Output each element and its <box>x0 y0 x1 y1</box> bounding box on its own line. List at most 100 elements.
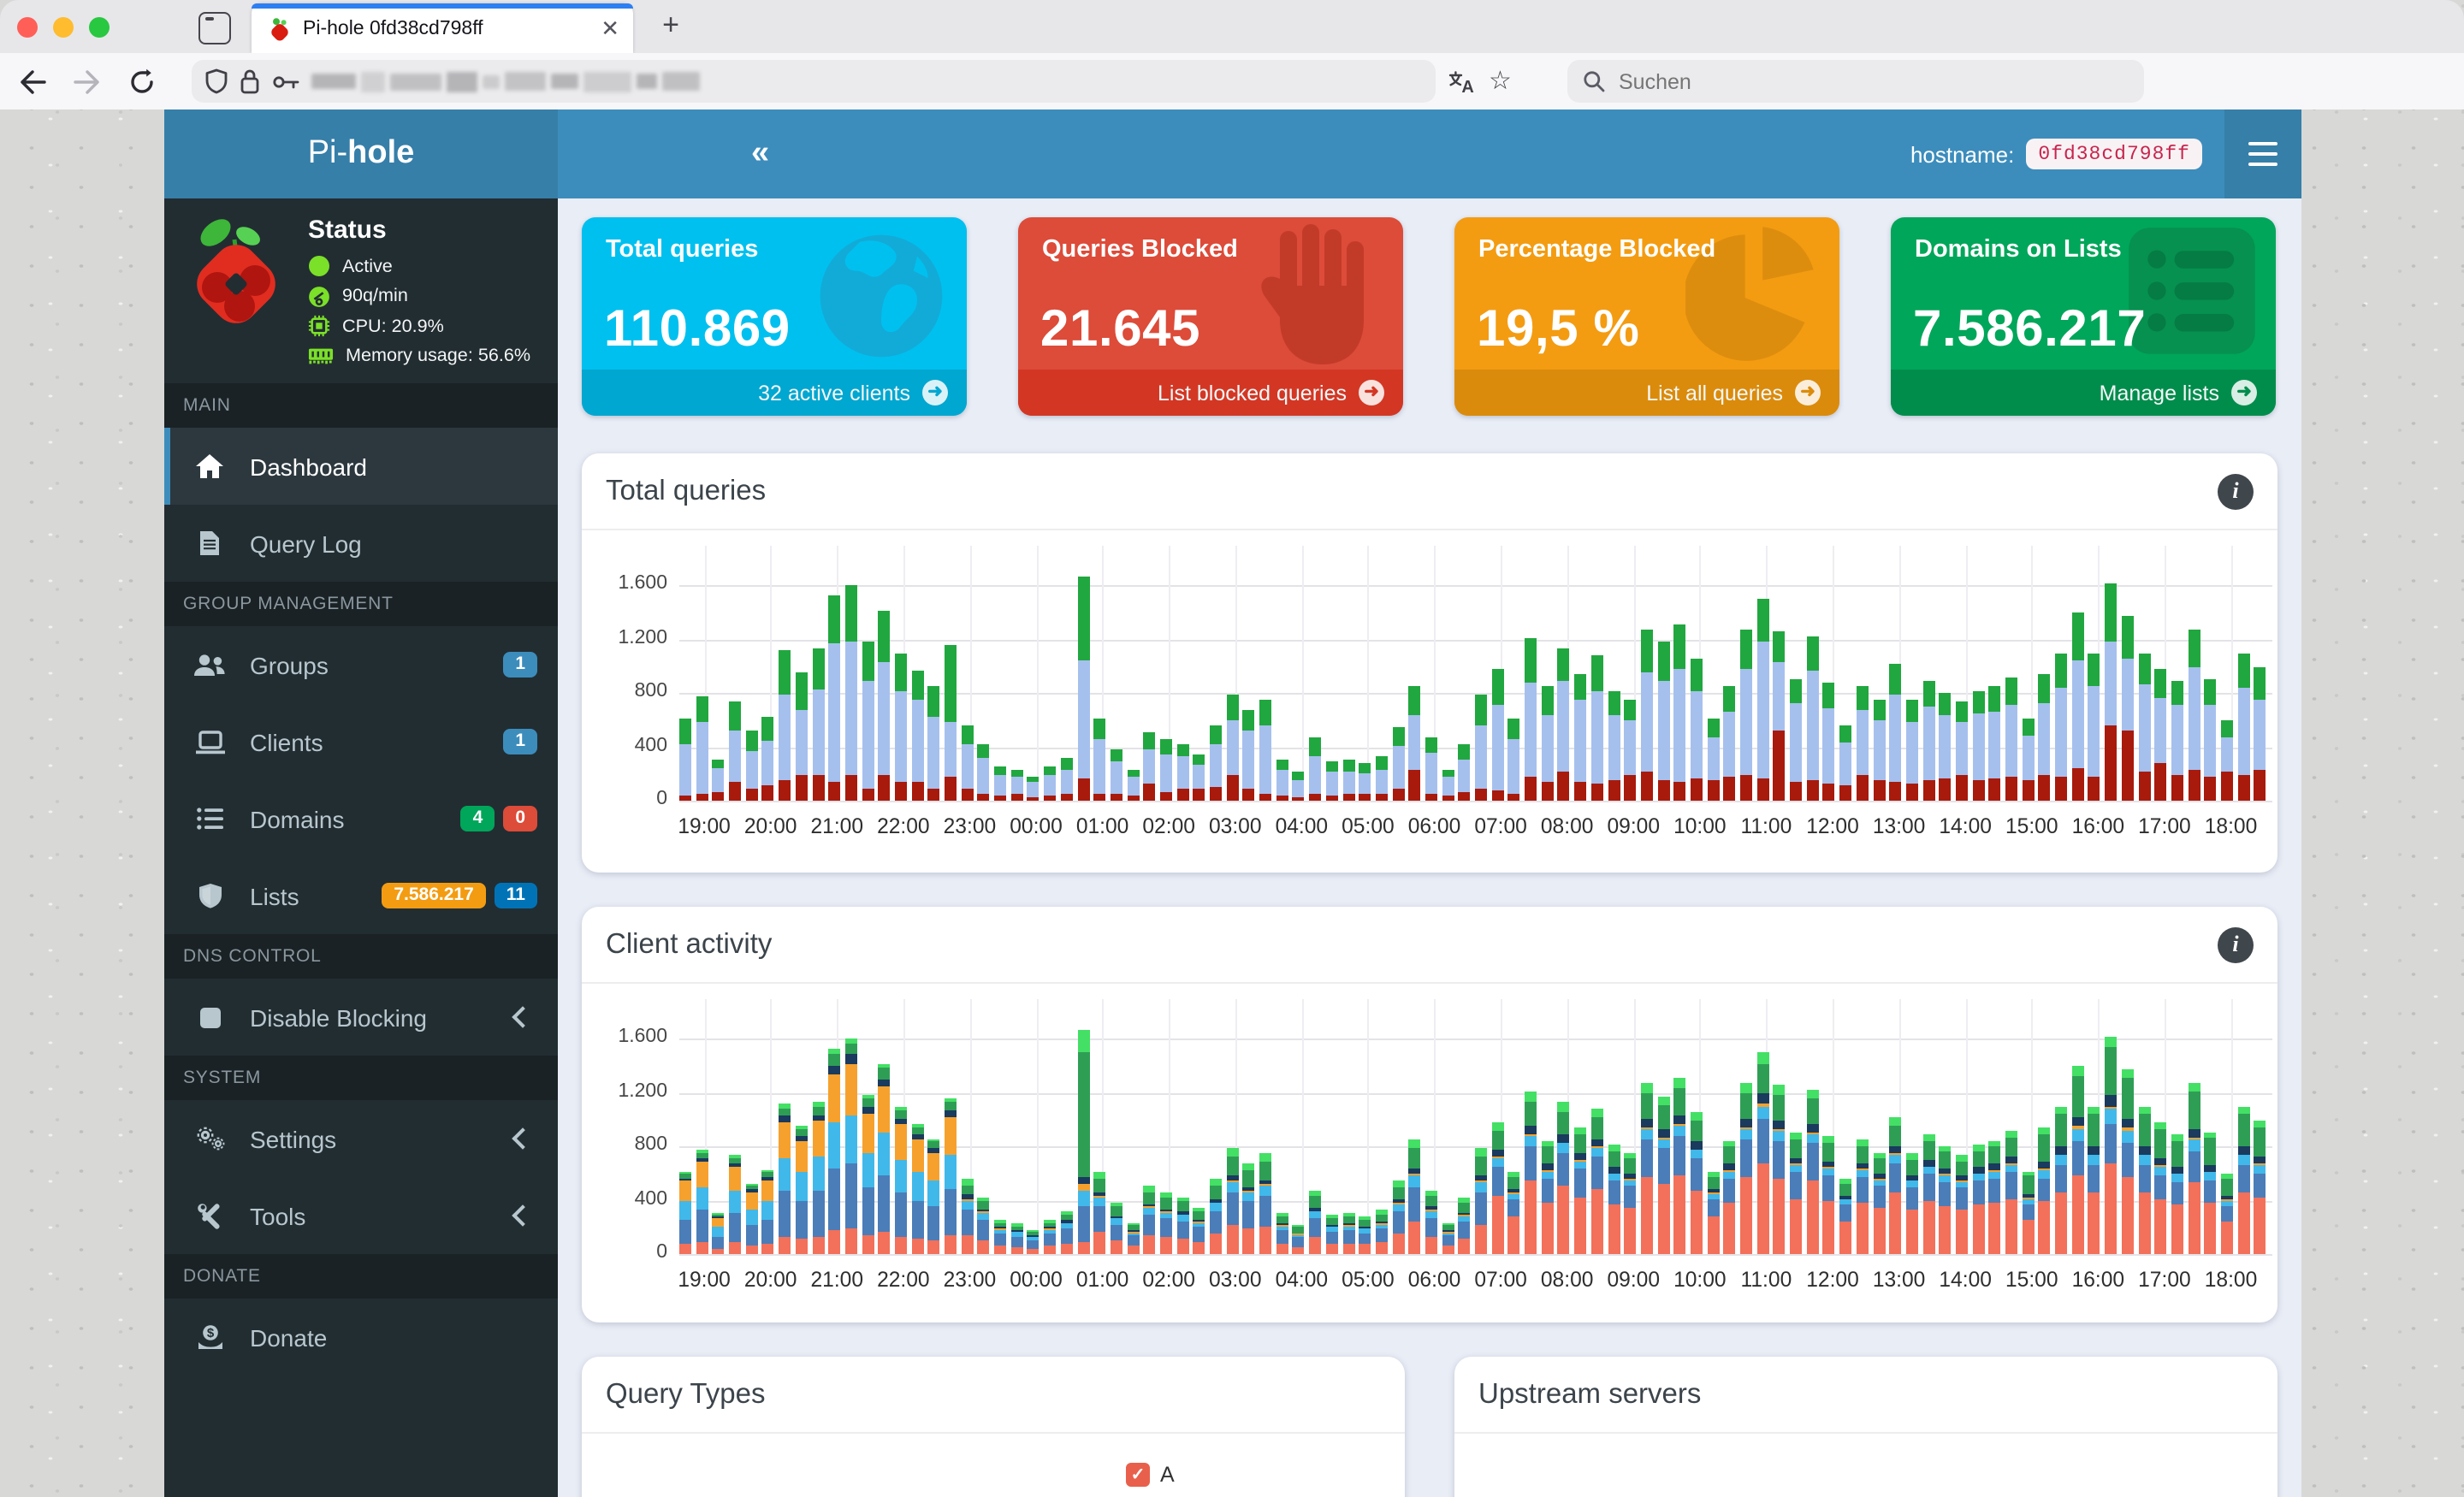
bar[interactable] <box>911 671 924 802</box>
bar[interactable] <box>2204 1132 2217 1255</box>
bar[interactable] <box>1193 754 1205 802</box>
bar[interactable] <box>1756 598 1769 802</box>
sidebar-item-lists[interactable]: Lists 7.586.217 11 <box>164 857 558 934</box>
url-bar[interactable] <box>192 60 1436 103</box>
bar[interactable] <box>1309 1191 1322 1255</box>
bar[interactable] <box>812 1102 824 1255</box>
bar[interactable] <box>729 701 742 802</box>
bar[interactable] <box>1491 1122 1504 1255</box>
bar[interactable] <box>2220 1174 2233 1255</box>
bar[interactable] <box>1673 1078 1686 1255</box>
bar[interactable] <box>1093 1171 1106 1255</box>
bar[interactable] <box>927 1139 940 1255</box>
sidebar-item-settings[interactable]: Settings <box>164 1100 558 1177</box>
bar[interactable] <box>1475 695 1487 802</box>
bar[interactable] <box>1491 669 1504 802</box>
bar[interactable] <box>1458 744 1471 802</box>
sidebar-item-dashboard[interactable]: Dashboard <box>164 428 558 505</box>
bar[interactable] <box>2055 653 2068 802</box>
translate-icon[interactable]: A <box>1448 69 1475 93</box>
bar[interactable] <box>2022 1171 2035 1255</box>
bar[interactable] <box>844 584 857 802</box>
bar[interactable] <box>1905 700 1918 802</box>
bar[interactable] <box>1292 1225 1305 1255</box>
bar[interactable] <box>679 718 691 802</box>
sidebar-item-clients[interactable]: Clients 1 <box>164 703 558 780</box>
bar[interactable] <box>1988 686 2001 802</box>
bar[interactable] <box>2204 678 2217 802</box>
bar[interactable] <box>1010 770 1023 802</box>
bar[interactable] <box>961 725 974 802</box>
bar[interactable] <box>1707 1171 1720 1255</box>
window-controls[interactable] <box>17 17 110 38</box>
card-footer-link[interactable]: 32 active clients ➜ <box>582 370 967 416</box>
bar[interactable] <box>1574 673 1587 802</box>
lock-icon[interactable] <box>240 68 260 94</box>
bar[interactable] <box>945 1098 957 1255</box>
bar[interactable] <box>2188 1083 2200 1255</box>
bar[interactable] <box>2088 1106 2100 1255</box>
sidebar-item-donate[interactable]: $ Donate <box>164 1299 558 1376</box>
bar[interactable] <box>1955 701 1968 802</box>
bar[interactable] <box>1127 769 1140 802</box>
bar[interactable] <box>1690 1111 1703 1255</box>
bar[interactable] <box>878 610 891 802</box>
bar[interactable] <box>696 1150 708 1255</box>
bar[interactable] <box>1442 769 1454 802</box>
bar[interactable] <box>1458 1198 1471 1255</box>
bar[interactable] <box>1093 718 1106 802</box>
card-footer-link[interactable]: Manage lists ➜ <box>1891 370 2276 416</box>
minimize-window-button[interactable] <box>53 17 74 38</box>
bar[interactable] <box>2154 1122 2167 1255</box>
bar[interactable] <box>795 1125 808 1255</box>
bar[interactable] <box>828 595 841 802</box>
bar[interactable] <box>1325 760 1338 802</box>
bar[interactable] <box>761 1169 774 1255</box>
bar[interactable] <box>812 648 824 802</box>
bar[interactable] <box>977 1197 990 1255</box>
bar[interactable] <box>1873 699 1885 802</box>
bar[interactable] <box>2220 720 2233 802</box>
sidebar-item-domains[interactable]: Domains 4 0 <box>164 780 558 857</box>
bar[interactable] <box>1905 1153 1918 1255</box>
bar[interactable] <box>2022 718 2035 802</box>
search-input[interactable] <box>1615 68 2050 95</box>
key-icon[interactable] <box>272 73 299 90</box>
zoom-window-button[interactable] <box>89 17 110 38</box>
bar[interactable] <box>945 645 957 802</box>
bar[interactable] <box>844 1038 857 1255</box>
bar[interactable] <box>2105 583 2118 802</box>
bar[interactable] <box>1292 772 1305 802</box>
bar[interactable] <box>2071 612 2084 802</box>
bar[interactable] <box>1988 1140 2001 1255</box>
bar[interactable] <box>1673 624 1686 802</box>
bar[interactable] <box>1756 1051 1769 1255</box>
bar[interactable] <box>729 1155 742 1255</box>
bar[interactable] <box>878 1063 891 1255</box>
app-menu-icon[interactable] <box>2224 109 2301 198</box>
bar[interactable] <box>1027 1230 1040 1255</box>
bar[interactable] <box>2038 674 2051 802</box>
bar[interactable] <box>779 650 791 802</box>
bar[interactable] <box>1723 1140 1736 1255</box>
bar[interactable] <box>1839 725 1852 802</box>
bar[interactable] <box>1392 727 1405 802</box>
bar[interactable] <box>1259 700 1272 802</box>
bar[interactable] <box>927 685 940 802</box>
bar[interactable] <box>1822 683 1835 802</box>
bar[interactable] <box>1972 690 1985 802</box>
bar[interactable] <box>862 1094 874 1255</box>
bar[interactable] <box>1608 690 1620 802</box>
bar[interactable] <box>779 1104 791 1255</box>
bar[interactable] <box>1077 1029 1089 1255</box>
bar[interactable] <box>1624 699 1637 802</box>
bar[interactable] <box>2154 669 2167 802</box>
sidebar-collapse-icon[interactable]: « <box>751 109 769 198</box>
bar[interactable] <box>1541 686 1554 802</box>
bar[interactable] <box>1408 685 1421 802</box>
bar[interactable] <box>1525 638 1537 802</box>
bar[interactable] <box>977 743 990 802</box>
bar[interactable] <box>1342 1213 1354 1255</box>
bar[interactable] <box>1557 1102 1570 1255</box>
bar[interactable] <box>1077 576 1089 802</box>
